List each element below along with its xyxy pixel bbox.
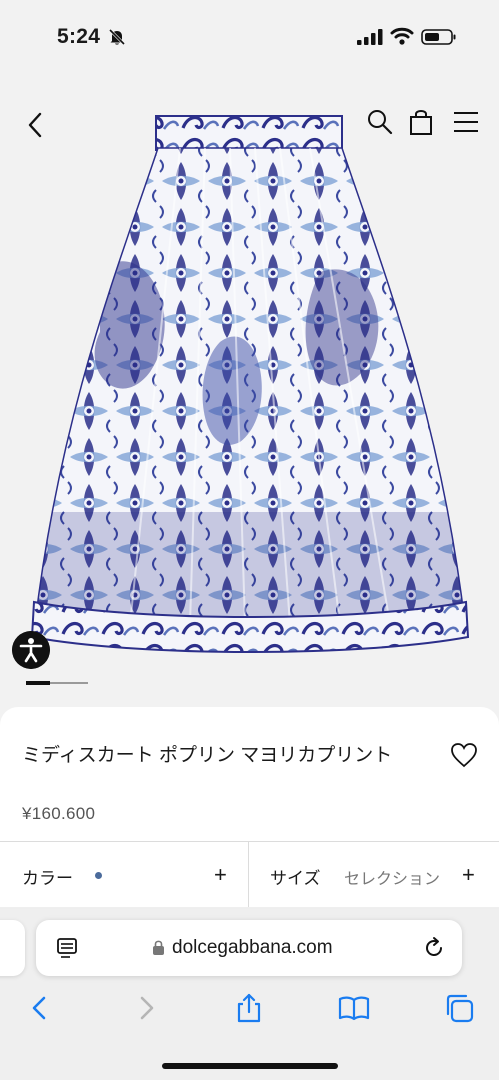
wishlist-heart-icon[interactable] — [450, 742, 478, 768]
color-expand-plus-icon[interactable]: + — [214, 864, 227, 886]
home-indicator — [162, 1063, 338, 1069]
size-value[interactable]: セレクション — [344, 865, 440, 889]
product-price: ¥160.600 — [22, 804, 96, 823]
product-options-row: カラー + サイズ セレクション + — [0, 841, 499, 909]
back-button[interactable] — [22, 110, 50, 140]
page-menu-icon[interactable] — [56, 937, 78, 959]
lock-icon — [153, 940, 164, 955]
search-icon[interactable] — [366, 108, 394, 136]
product-image-skirt[interactable] — [20, 112, 480, 672]
back-arrow-icon[interactable] — [24, 992, 56, 1024]
shopping-bag-icon[interactable] — [408, 108, 434, 136]
size-label: サイズ — [270, 869, 321, 888]
tabs-icon[interactable] — [443, 992, 475, 1024]
bookmarks-icon[interactable] — [338, 992, 370, 1024]
product-title: ミディスカート ポプリン マヨリカプリント — [22, 745, 393, 766]
accessibility-icon[interactable] — [12, 631, 50, 669]
size-expand-plus-icon[interactable]: + — [462, 864, 475, 886]
url-text[interactable]: dolcegabbana.com — [172, 937, 333, 959]
bell-slash-icon — [108, 28, 126, 46]
hamburger-menu-icon[interactable] — [452, 110, 480, 134]
options-divider — [248, 842, 249, 908]
address-bar[interactable]: dolcegabbana.com — [36, 920, 462, 976]
battery-icon — [421, 29, 456, 45]
color-swatch[interactable] — [95, 872, 102, 879]
color-label: カラー — [22, 869, 73, 888]
carousel-active-indicator — [26, 681, 50, 685]
wifi-icon — [390, 27, 414, 45]
forward-arrow-icon[interactable] — [130, 992, 162, 1024]
previous-tab-peek[interactable] — [0, 920, 25, 976]
signal-icon — [357, 29, 383, 45]
reload-icon[interactable] — [422, 936, 446, 960]
status-time: 5:24 — [57, 25, 101, 48]
status-bar: 5:24 — [0, 0, 499, 72]
share-icon[interactable] — [233, 992, 265, 1024]
